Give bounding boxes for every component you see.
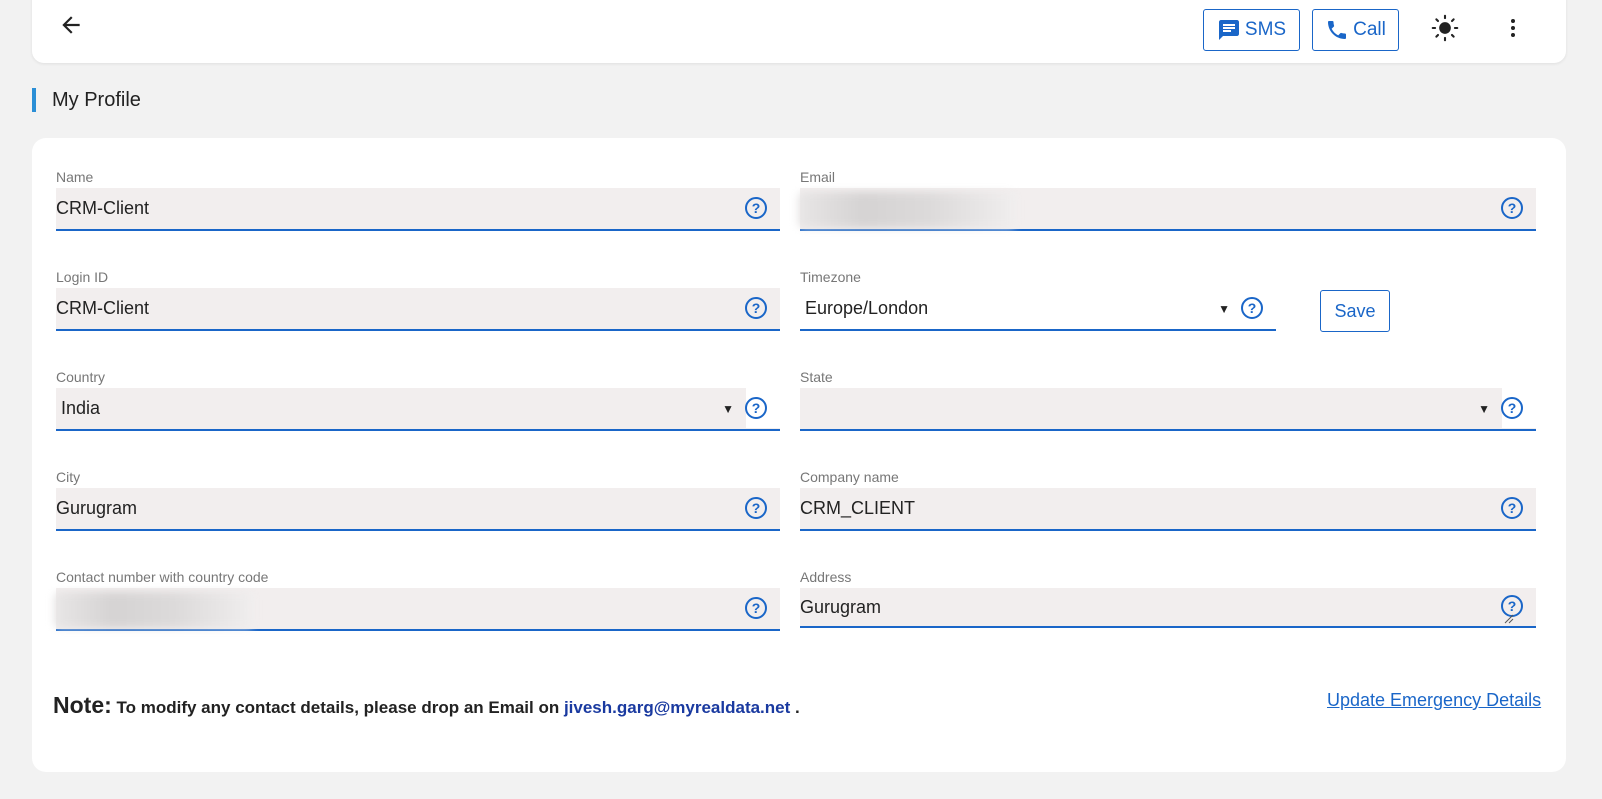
timezone-value: Europe/London bbox=[805, 298, 929, 318]
note-title: Note: bbox=[53, 692, 112, 718]
city-input[interactable]: Gurugram ? bbox=[56, 488, 780, 531]
theme-toggle-button[interactable] bbox=[1430, 13, 1460, 43]
chevron-down-icon[interactable]: ▼ bbox=[722, 402, 734, 416]
help-circle-icon[interactable]: ? bbox=[1500, 396, 1524, 420]
help-circle-icon[interactable]: ? bbox=[744, 296, 768, 320]
more-options-button[interactable] bbox=[1498, 13, 1528, 43]
svg-text:?: ? bbox=[1248, 300, 1257, 316]
help-circle-icon[interactable]: ? bbox=[744, 496, 768, 520]
help-circle-icon[interactable]: ? bbox=[1500, 196, 1524, 220]
back-button[interactable] bbox=[56, 10, 86, 40]
email-redacted-value bbox=[798, 192, 1016, 228]
svg-text:?: ? bbox=[752, 600, 761, 616]
address-textarea[interactable]: Gurugram ? bbox=[800, 588, 1536, 628]
page-title: My Profile bbox=[32, 88, 141, 112]
timezone-select[interactable]: Europe/London ▼ ? bbox=[800, 288, 1276, 331]
back-arrow-icon bbox=[62, 16, 80, 34]
svg-text:?: ? bbox=[752, 200, 761, 216]
chevron-down-icon[interactable]: ▼ bbox=[1218, 302, 1230, 316]
resize-grip-icon[interactable] bbox=[1504, 614, 1514, 624]
city-field: City Gurugram ? bbox=[56, 468, 780, 531]
name-field: Name CRM-Client ? bbox=[56, 168, 780, 231]
note-email-link[interactable]: jivesh.garg@myrealdata.net bbox=[564, 698, 790, 717]
state-select[interactable]: ▼ ? bbox=[800, 388, 1536, 431]
login-id-input[interactable]: CRM-Client ? bbox=[56, 288, 780, 331]
name-label: Name bbox=[56, 169, 94, 185]
sms-button[interactable]: SMS bbox=[1203, 9, 1300, 51]
top-app-bar: SMS Call bbox=[32, 0, 1566, 63]
company-name-label: Company name bbox=[800, 469, 899, 485]
contact-note: Note: To modify any contact details, ple… bbox=[53, 692, 800, 719]
chevron-down-icon[interactable]: ▼ bbox=[1478, 402, 1490, 416]
help-circle-icon[interactable]: ? bbox=[744, 596, 768, 620]
contact-number-input[interactable]: ? bbox=[54, 588, 780, 631]
svg-text:?: ? bbox=[752, 300, 761, 316]
help-circle-icon[interactable]: ? bbox=[1500, 496, 1524, 520]
city-value: Gurugram bbox=[56, 498, 138, 518]
state-field: State ▼ ? bbox=[800, 368, 1536, 431]
brightness-icon bbox=[1431, 14, 1459, 42]
svg-text:?: ? bbox=[752, 400, 761, 416]
email-input[interactable]: ? bbox=[798, 188, 1536, 231]
address-value: Gurugram bbox=[800, 596, 882, 617]
name-input[interactable]: CRM-Client ? bbox=[56, 188, 780, 231]
country-label: Country bbox=[56, 369, 106, 385]
country-select[interactable]: India ▼ ? bbox=[56, 388, 780, 431]
svg-text:?: ? bbox=[1508, 200, 1517, 216]
help-circle-icon[interactable]: ? bbox=[744, 396, 768, 420]
help-circle-icon[interactable]: ? bbox=[744, 196, 768, 220]
svg-text:?: ? bbox=[1508, 500, 1517, 516]
sms-label: SMS bbox=[1244, 19, 1287, 40]
country-value: India bbox=[61, 398, 101, 418]
contact-number-field: Contact number with country code ? bbox=[54, 568, 780, 631]
update-emergency-details-link[interactable]: Update Emergency Details bbox=[1327, 690, 1541, 711]
company-name-value: CRM_CLIENT bbox=[800, 498, 916, 518]
email-field: Email ? bbox=[798, 168, 1536, 231]
svg-text:?: ? bbox=[1508, 598, 1517, 614]
phone-icon bbox=[1328, 21, 1347, 39]
message-icon bbox=[1218, 20, 1239, 40]
timezone-field: Timezone Europe/London ▼ ? bbox=[800, 268, 1276, 331]
address-field: Address Gurugram ? bbox=[800, 568, 1536, 628]
more-vert-icon bbox=[1511, 19, 1515, 37]
note-suffix: . bbox=[790, 698, 800, 717]
svg-text:?: ? bbox=[752, 500, 761, 516]
call-label: Call bbox=[1353, 19, 1386, 40]
login-id-field: Login ID CRM-Client ? bbox=[56, 268, 780, 331]
profile-form-card bbox=[32, 138, 1566, 772]
help-circle-icon[interactable]: ? bbox=[1240, 296, 1264, 320]
company-name-input[interactable]: CRM_CLIENT ? bbox=[800, 488, 1536, 531]
email-label: Email bbox=[800, 169, 836, 185]
contact-number-label: Contact number with country code bbox=[56, 569, 269, 585]
note-text: To modify any contact details, please dr… bbox=[111, 698, 564, 717]
name-value: CRM-Client bbox=[56, 198, 150, 218]
login-id-label: Login ID bbox=[56, 269, 109, 285]
contact-number-redacted-value bbox=[54, 592, 254, 628]
company-name-field: Company name CRM_CLIENT ? bbox=[800, 468, 1536, 531]
timezone-label: Timezone bbox=[800, 269, 861, 285]
city-label: City bbox=[56, 469, 81, 485]
state-label: State bbox=[800, 369, 833, 385]
save-button[interactable]: Save bbox=[1320, 290, 1390, 332]
country-field: Country India ▼ ? bbox=[56, 368, 780, 431]
login-id-value: CRM-Client bbox=[56, 298, 150, 318]
address-label: Address bbox=[800, 569, 852, 585]
svg-text:?: ? bbox=[1508, 400, 1517, 416]
call-button[interactable]: Call bbox=[1312, 9, 1399, 51]
